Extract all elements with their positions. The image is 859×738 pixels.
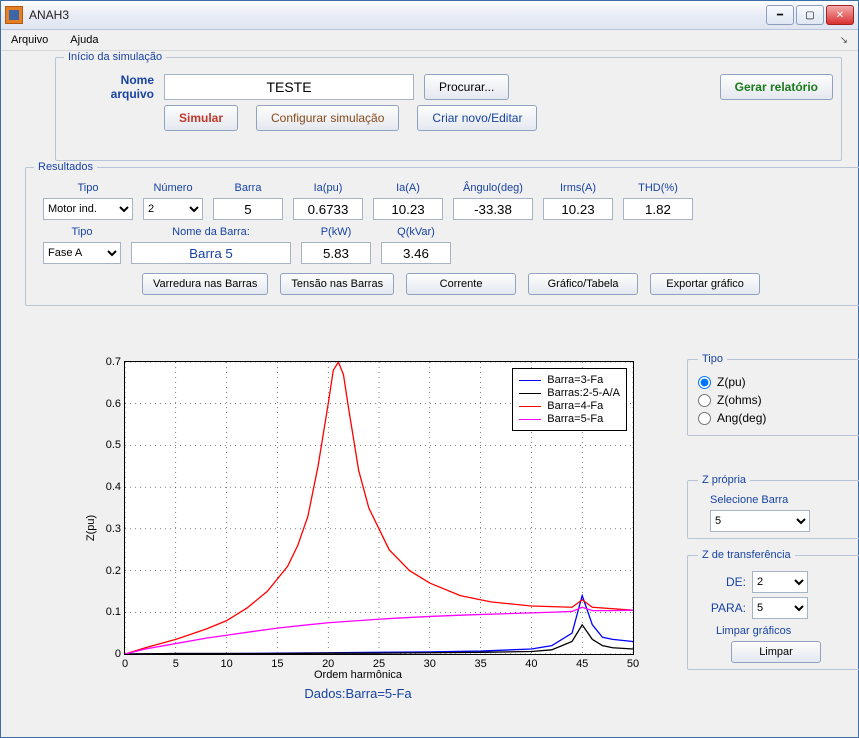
hdr2-nome: Nome da Barra: (130, 225, 292, 239)
fs-z-transfer: Z de transferência DE:2 PARA:5 Limpar gr… (687, 549, 859, 670)
hdr-tipo: Tipo (42, 181, 134, 195)
field-ang[interactable] (453, 198, 533, 220)
label-limpar-graficos: Limpar gráficos (716, 625, 854, 637)
fs-inicio-legend: Início da simulação (64, 51, 166, 63)
results-row1: Tipo Número Barra Ia(pu) Ia(A) Ângulo(de… (34, 179, 702, 223)
titlebar: ANAH3 ━ ▢ ✕ (1, 1, 858, 30)
chart-plot[interactable]: 00.10.20.30.40.50.60.7051015202530354045… (124, 361, 634, 655)
close-button[interactable]: ✕ (826, 5, 854, 25)
select-fase[interactable]: Fase A (43, 242, 121, 264)
label-selecione-barra: Selecione Barra (710, 494, 854, 506)
menu-corner-icon[interactable]: ↘ (836, 33, 852, 48)
hdr2-tipo: Tipo (42, 225, 122, 239)
chart-xlabel: Ordem harmônica (78, 669, 638, 681)
hdr-numero: Número (142, 181, 204, 195)
select-de[interactable]: 2 (752, 571, 808, 593)
field-q[interactable] (381, 242, 451, 264)
btn-limpar[interactable]: Limpar (731, 641, 821, 663)
simular-button[interactable]: Simular (164, 105, 238, 131)
maximize-button[interactable]: ▢ (796, 5, 824, 25)
config-simulacao-button[interactable]: Configurar simulação (256, 105, 399, 131)
field-nome-barra[interactable] (131, 242, 291, 264)
gerar-relatorio-button[interactable]: Gerar relatório (720, 74, 833, 100)
fs-inicio-simulacao: Início da simulação Nome arquivo Procura… (55, 51, 842, 161)
radio-ang[interactable]: Ang(deg) (698, 411, 854, 425)
btn-grafico-tabela[interactable]: Gráfico/Tabela (528, 273, 638, 295)
chart-area: Z(pu) 00.10.20.30.40.50.60.7051015202530… (78, 353, 638, 703)
btn-corrente[interactable]: Corrente (406, 273, 516, 295)
fs-resultados: Resultados Tipo Número Barra Ia(pu) Ia(A… (25, 161, 859, 306)
field-p[interactable] (301, 242, 371, 264)
select-zpropria-barra[interactable]: 5 (710, 510, 810, 532)
hdr-iaA: Ia(A) (372, 181, 444, 195)
window-title: ANAH3 (29, 8, 69, 22)
results-toolbar: Varredura nas Barras Tensão nas Barras C… (142, 273, 859, 295)
radio-zpu[interactable]: Z(pu) (698, 375, 854, 389)
fs-resultados-legend: Resultados (34, 161, 97, 173)
select-numero[interactable]: 2 (143, 198, 203, 220)
fs-right-tipo: Tipo Z(pu) Z(ohms) Ang(deg) (687, 353, 859, 436)
results-row2: Tipo Nome da Barra: P(kW) Q(kVar) Fase A (34, 223, 460, 267)
hdr2-q: Q(kVar) (380, 225, 452, 239)
field-thd[interactable] (623, 198, 693, 220)
btn-varredura[interactable]: Varredura nas Barras (142, 273, 268, 295)
field-irms[interactable] (543, 198, 613, 220)
hdr-thd: THD(%) (622, 181, 694, 195)
select-tipo-motor[interactable]: Motor ind. (43, 198, 133, 220)
field-iapu[interactable] (293, 198, 363, 220)
menu-ajuda[interactable]: Ajuda (66, 32, 102, 48)
app-icon (5, 6, 23, 24)
select-para[interactable]: 5 (752, 597, 808, 619)
chart-subtitle: Dados:Barra=5-Fa (78, 686, 638, 701)
field-barra[interactable] (213, 198, 283, 220)
menu-arquivo[interactable]: Arquivo (7, 32, 52, 48)
client-area: Início da simulação Nome arquivo Procura… (7, 51, 852, 731)
btn-exportar[interactable]: Exportar gráfico (650, 273, 760, 295)
hdr-irms: Irms(A) (542, 181, 614, 195)
legend-tipo: Tipo (698, 353, 727, 365)
hdr-barra: Barra (212, 181, 284, 195)
chart-legend: Barra=3-FaBarras:2-5-A/ABarra=4-FaBarra=… (512, 368, 627, 431)
hdr-ang: Ângulo(deg) (452, 181, 534, 195)
field-iaA[interactable] (373, 198, 443, 220)
app-window: ANAH3 ━ ▢ ✕ Arquivo Ajuda ↘ Início da si… (0, 0, 859, 738)
hdr2-p: P(kW) (300, 225, 372, 239)
criar-novo-button[interactable]: Criar novo/Editar (417, 105, 537, 131)
menubar: Arquivo Ajuda ↘ (1, 30, 858, 51)
label-nome-arquivo: Nome arquivo (64, 73, 154, 101)
minimize-button[interactable]: ━ (766, 5, 794, 25)
fs-z-propria: Z própria Selecione Barra 5 (687, 474, 859, 539)
procurar-button[interactable]: Procurar... (424, 74, 509, 100)
legend-ztrans: Z de transferência (698, 549, 795, 561)
hdr-iapu: Ia(pu) (292, 181, 364, 195)
legend-zpropria: Z própria (698, 474, 750, 486)
input-nome-arquivo[interactable] (164, 74, 414, 100)
btn-tensao[interactable]: Tensão nas Barras (280, 273, 394, 295)
right-column: Tipo Z(pu) Z(ohms) Ang(deg) Z própria Se… (687, 353, 859, 680)
radio-zohms[interactable]: Z(ohms) (698, 393, 854, 407)
